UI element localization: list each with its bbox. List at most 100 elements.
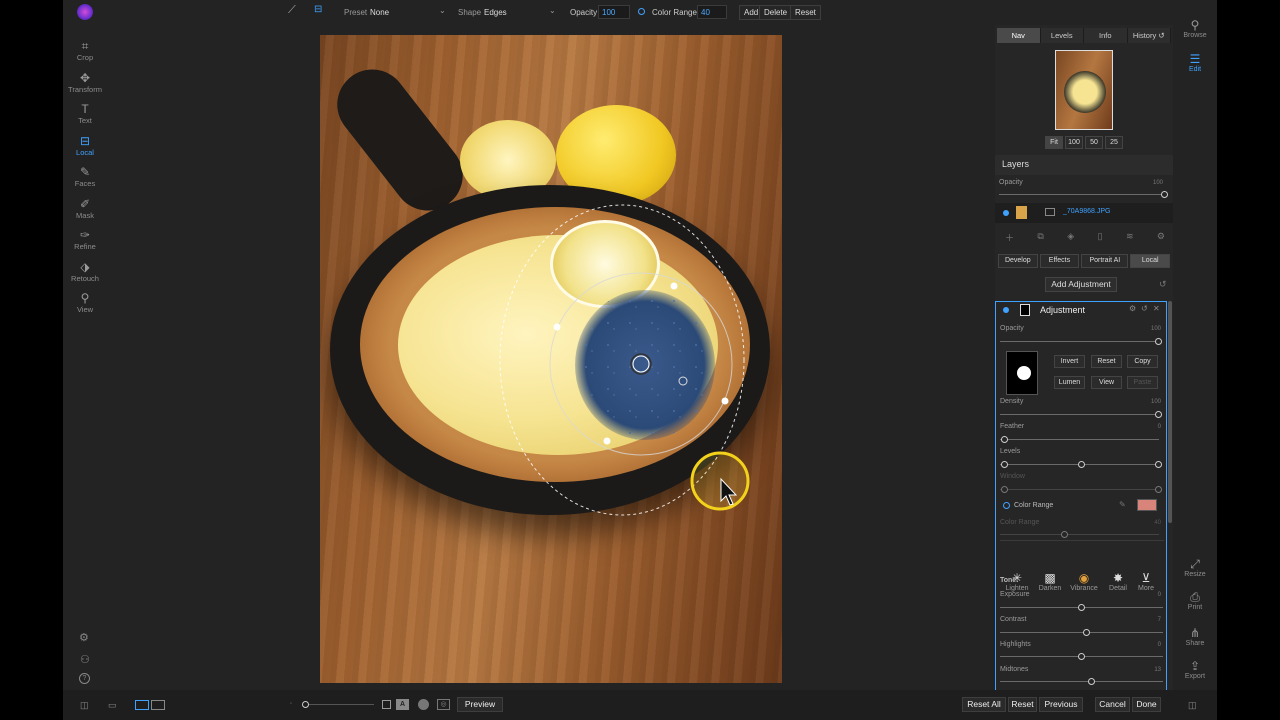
account-icon[interactable]: ⚇ — [80, 653, 90, 666]
color-range-checkbox[interactable] — [1003, 502, 1010, 509]
tab-effects[interactable]: Effects — [1039, 254, 1080, 268]
add-layer-icon[interactable]: ＋ — [1005, 231, 1014, 244]
help-icon[interactable]: ? — [79, 673, 90, 684]
tool-transform[interactable]: ✥ Transform — [63, 71, 107, 94]
adjustment-visibility-icon[interactable] — [1003, 307, 1009, 313]
window-right-knob[interactable] — [1155, 486, 1162, 493]
effect-vibrance[interactable]: ◉ Vibrance — [1068, 571, 1100, 592]
reset-all-button[interactable]: Reset All — [962, 697, 1006, 712]
invert-button[interactable]: Invert — [1054, 355, 1085, 368]
filmstrip-icon[interactable]: ▭ — [108, 700, 117, 711]
zoom-25[interactable]: 25 — [1105, 136, 1123, 149]
eyedropper-icon[interactable]: ✎ — [1119, 500, 1126, 509]
duplicate-layer-icon[interactable]: ⧉ — [1037, 231, 1043, 244]
adjustment-reset-icon[interactable]: ↺ — [1141, 304, 1148, 313]
panel-reset-icon[interactable]: ↺ — [1159, 279, 1167, 290]
tool-view[interactable]: ⚲ View — [63, 292, 107, 315]
density-track[interactable] — [1000, 414, 1159, 415]
panel-scrollbar[interactable] — [1168, 301, 1172, 523]
contrast-knob[interactable] — [1083, 629, 1090, 636]
tab-develop[interactable]: Develop — [998, 254, 1038, 268]
mask-handle-bottom[interactable] — [603, 437, 611, 445]
navigator-thumbnail[interactable] — [1055, 50, 1113, 130]
mask-reset-button[interactable]: Reset — [1091, 355, 1122, 368]
levels-mid-knob[interactable] — [1078, 461, 1085, 468]
highlights-knob[interactable] — [1078, 653, 1085, 660]
levels-black-knob[interactable] — [1001, 461, 1008, 468]
add-adjustment-button[interactable]: Add Adjustment — [1045, 277, 1117, 292]
single-view-icon[interactable] — [135, 700, 149, 710]
preview-button[interactable]: Preview — [457, 697, 503, 712]
panel-right-toggle-icon[interactable]: ◫ — [1188, 700, 1197, 711]
stack-layer-icon[interactable]: ≋ — [1126, 231, 1134, 244]
done-button[interactable]: Done — [1132, 697, 1161, 712]
adj-opacity-knob[interactable] — [1155, 338, 1162, 345]
print-tool[interactable]: ⎙ Print — [1170, 590, 1220, 611]
shape-value[interactable]: Edges — [484, 8, 507, 17]
fill-layer-icon[interactable]: ◈ — [1067, 231, 1074, 244]
tool-faces[interactable]: ✎ Faces — [63, 166, 107, 189]
tab-local[interactable]: Local — [1130, 254, 1171, 268]
preset-chevron-down-icon[interactable]: ⌄ — [439, 6, 446, 15]
panel-left-toggle-icon[interactable]: ◫ — [80, 700, 89, 711]
share-tool[interactable]: ⋔ Share — [1170, 626, 1220, 647]
mask-rotate-handle[interactable] — [678, 376, 688, 386]
mask-view-color-icon[interactable]: ◎ — [437, 699, 450, 710]
layer-settings-icon[interactable]: ⚙ — [1157, 231, 1165, 244]
photo-canvas[interactable] — [320, 35, 782, 683]
cancel-button[interactable]: Cancel — [1095, 697, 1130, 712]
adj-opacity-track[interactable] — [1000, 341, 1159, 342]
mask-view-a-icon[interactable]: A — [396, 699, 409, 710]
mask-handle-top[interactable] — [670, 282, 678, 290]
layers-settings-icon[interactable]: ⚙ — [79, 631, 89, 644]
window-track[interactable] — [1000, 489, 1159, 490]
bottom-reset-button[interactable]: Reset — [1008, 697, 1037, 712]
feather-track[interactable] — [1000, 439, 1159, 440]
layer-visibility-icon[interactable] — [1003, 210, 1009, 216]
previous-button[interactable]: Previous — [1039, 697, 1083, 712]
resize-tool[interactable]: ⤢ Resize — [1170, 557, 1220, 578]
effect-more[interactable]: ⊻ More — [1130, 571, 1162, 592]
color-range-swatch[interactable] — [1137, 499, 1157, 511]
exposure-knob[interactable] — [1078, 604, 1085, 611]
color-range-toggle[interactable] — [638, 8, 645, 15]
color-range-slider-knob[interactable] — [1061, 531, 1068, 538]
feather-knob[interactable] — [1001, 436, 1008, 443]
adjustment-settings-icon[interactable]: ⚙ — [1129, 304, 1136, 313]
adjustment-close-icon[interactable]: ✕ — [1153, 304, 1160, 313]
copy-button[interactable]: Copy — [1127, 355, 1158, 368]
shape-chevron-down-icon[interactable]: ⌄ — [549, 6, 556, 15]
tool-retouch[interactable]: ⬗ Retouch — [63, 260, 107, 283]
export-tool[interactable]: ⇪ Export — [1170, 659, 1220, 680]
zoom-100[interactable]: 100 — [1065, 136, 1083, 149]
tab-nav[interactable]: Nav — [997, 28, 1041, 43]
brush-tool-icon[interactable]: ⟋ — [288, 4, 296, 17]
tab-levels[interactable]: Levels — [1040, 28, 1084, 43]
density-knob[interactable] — [1155, 411, 1162, 418]
mask-circle[interactable] — [549, 272, 733, 456]
levels-white-knob[interactable] — [1155, 461, 1162, 468]
view-button[interactable]: View — [1091, 376, 1122, 389]
effect-darken[interactable]: ▩ Darken — [1034, 571, 1066, 592]
tab-info[interactable]: Info — [1084, 28, 1128, 43]
tool-mask[interactable]: ✐ Mask — [63, 197, 107, 220]
tool-refine[interactable]: ✑ Refine — [63, 229, 107, 252]
mask-center-handle[interactable] — [630, 353, 652, 375]
compare-view-icon[interactable] — [151, 700, 165, 710]
delete-button[interactable]: Delete — [759, 5, 793, 20]
opacity-input[interactable]: 100 — [598, 5, 630, 19]
mask-overlay[interactable] — [320, 35, 782, 683]
preset-value[interactable]: None — [370, 8, 389, 17]
color-range-input[interactable]: 40 — [697, 5, 727, 19]
local-mask-tool-icon[interactable]: ⊟ — [314, 4, 322, 15]
tab-history[interactable]: History ↺ — [1127, 28, 1171, 43]
zoom-50[interactable]: 50 — [1085, 136, 1103, 149]
tool-crop[interactable]: ⌗ Crop — [63, 40, 107, 63]
midtones-track[interactable] — [1000, 681, 1163, 682]
tool-local[interactable]: ⊟ Local — [63, 134, 107, 157]
layers-opacity-knob[interactable] — [1161, 191, 1168, 198]
mask-preview[interactable] — [1006, 351, 1038, 395]
contrast-track[interactable] — [1000, 632, 1163, 633]
layers-opacity-track[interactable] — [999, 194, 1165, 195]
mask-handle-left[interactable] — [553, 323, 561, 331]
